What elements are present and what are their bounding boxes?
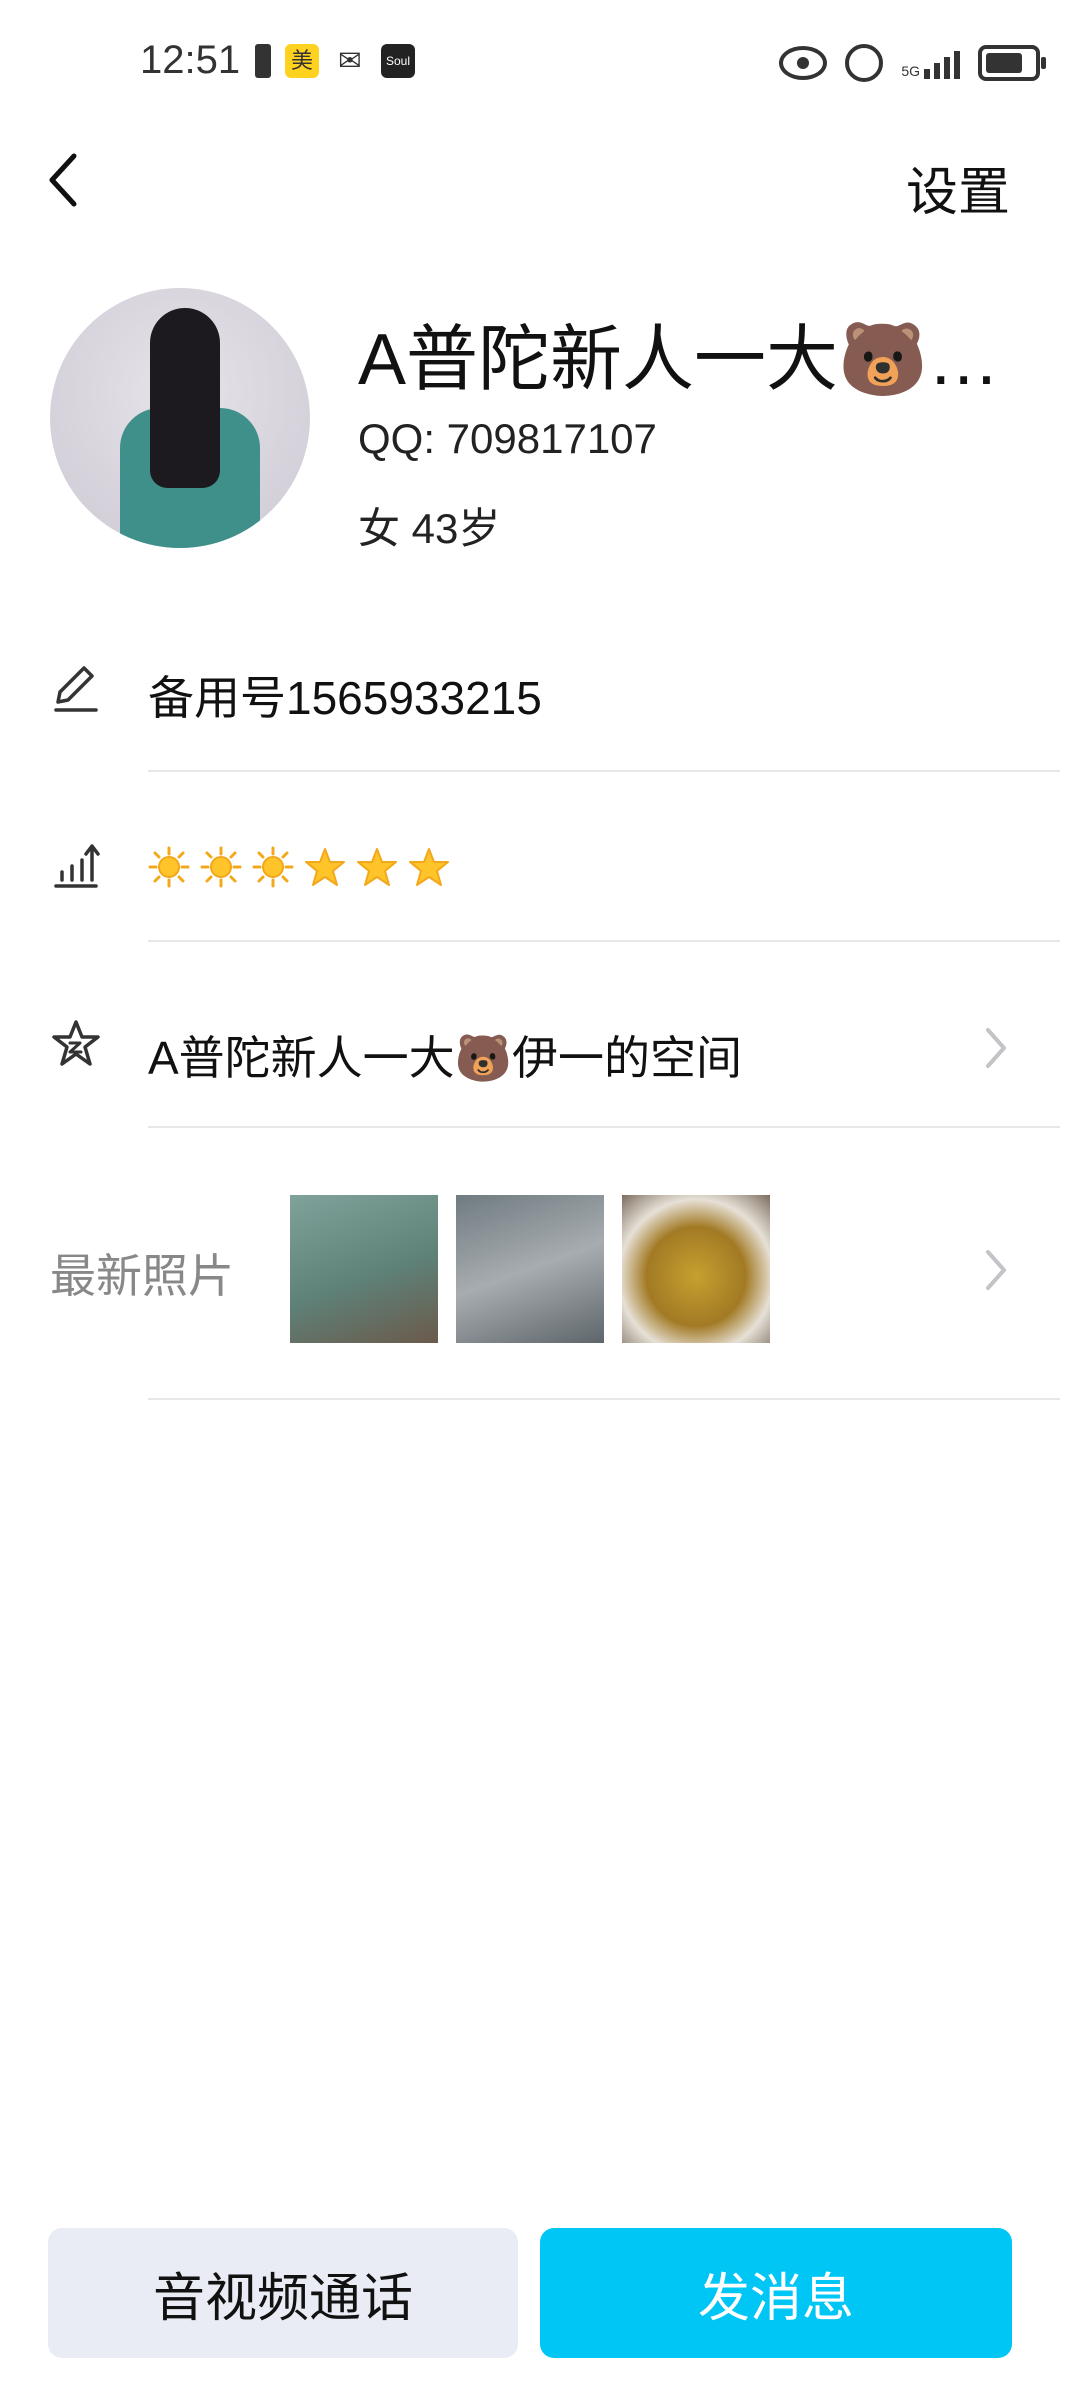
alarm-icon (845, 44, 884, 82)
backup-number-text: 备用号1565933215 (148, 672, 542, 724)
divider (148, 1126, 1060, 1128)
latest-photos-row[interactable]: 最新照片 (0, 1140, 1080, 1400)
send-message-button[interactable]: 发消息 (540, 2228, 1012, 2358)
profile-name: A普陀新人一大🐻… (358, 320, 998, 400)
level-badges (148, 846, 450, 888)
sun-badge-icon (252, 846, 294, 888)
latest-photos-label: 最新照片 (50, 1250, 234, 1302)
system-icons: 5G (779, 44, 1046, 82)
chevron-right-icon (986, 1028, 1006, 1068)
sun-badge-icon (200, 846, 242, 888)
photo-thumbnail[interactable] (622, 1195, 770, 1343)
star-badge-icon (357, 848, 397, 886)
status-bar: 12:51 美 ✉ Soul 5G (0, 0, 1080, 130)
star-badge-icon (409, 848, 449, 886)
divider (148, 1398, 1060, 1400)
meituan-icon: 美 (285, 44, 319, 78)
pencil-icon (54, 666, 98, 712)
qzone-label: A普陀新人一大🐻伊一的空间 (148, 1032, 742, 1084)
backup-number-row[interactable]: 备用号1565933215 (0, 620, 1080, 780)
wechat-icon: ✉ (338, 45, 362, 76)
qq-level-row[interactable] (0, 790, 1080, 950)
photo-thumbnail[interactable] (456, 1195, 604, 1343)
chevron-left-icon (49, 153, 77, 207)
profile-qq-number: QQ: 709817107 (358, 415, 657, 462)
battery-saver-icon (255, 44, 271, 78)
voice-video-call-button[interactable]: 音视频通话 (48, 2228, 518, 2358)
signal-bars (924, 47, 960, 79)
avatar[interactable] (50, 288, 310, 548)
sun-badge-icon (148, 846, 190, 888)
soul-icon: Soul (381, 44, 415, 78)
avatar-hair-shape (150, 308, 220, 488)
profile-screen: 12:51 美 ✉ Soul 5G 设置 A普陀新人一大� (0, 0, 1080, 2400)
battery-icon (978, 45, 1046, 81)
level-chart-icon (54, 844, 100, 888)
qzone-star-icon (52, 1020, 100, 1066)
signal-5g-icon: 5G (901, 47, 960, 79)
notification-icons: 美 ✉ Soul (255, 44, 415, 78)
star-badge-icon (305, 848, 345, 886)
network-type-label: 5G (901, 63, 920, 79)
divider (148, 940, 1060, 942)
qzone-row[interactable]: A普陀新人一大🐻伊一的空间 (0, 960, 1080, 1130)
status-time: 12:51 (140, 38, 241, 82)
photo-thumbnail[interactable] (290, 1195, 438, 1343)
profile-gender-age: 女 43岁 (358, 505, 501, 552)
photo-strip (290, 1195, 770, 1343)
back-button[interactable] (40, 150, 90, 210)
chevron-right-icon (986, 1250, 1006, 1290)
settings-button[interactable]: 设置 (906, 150, 1010, 225)
eye-icon (779, 46, 828, 80)
divider (148, 770, 1060, 772)
